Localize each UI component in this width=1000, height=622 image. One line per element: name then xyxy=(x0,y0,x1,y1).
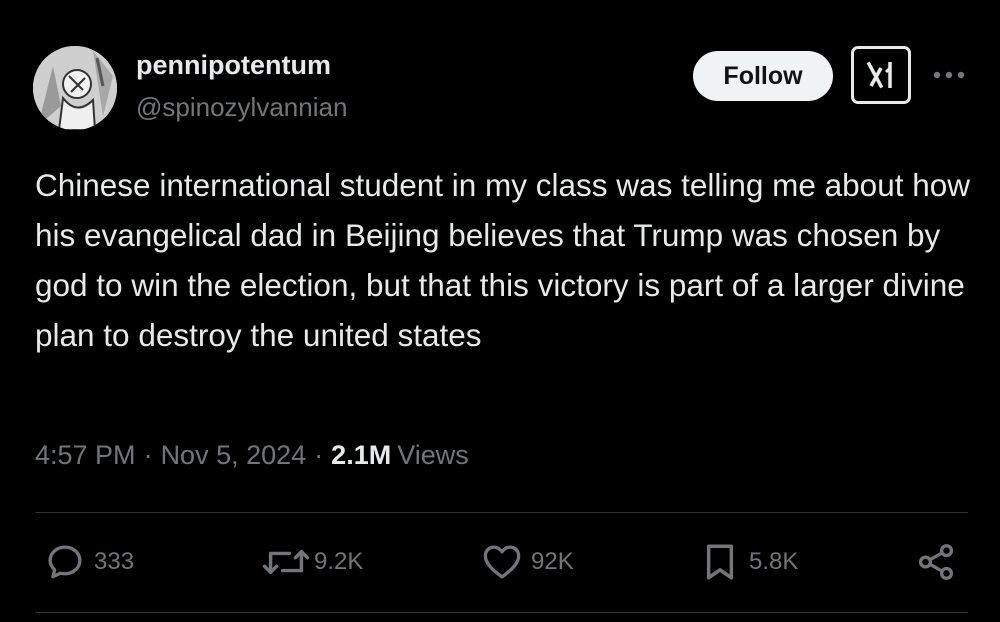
grok-icon xyxy=(866,61,892,89)
reply-icon xyxy=(48,545,82,579)
tweet-card: pennipotentum @spinozylvannian Follow Ch… xyxy=(0,0,1000,622)
bookmark-button[interactable]: 5.8K xyxy=(699,540,798,584)
more-icon xyxy=(933,71,965,79)
divider xyxy=(35,512,968,513)
avatar-image xyxy=(33,46,117,130)
repost-count: 9.2K xyxy=(314,548,364,575)
like-button[interactable]: 92K xyxy=(481,540,574,584)
like-count: 92K xyxy=(531,548,574,575)
tweet-date[interactable]: Nov 5, 2024 xyxy=(161,440,307,471)
repost-icon xyxy=(262,550,310,574)
reply-button[interactable]: 333 xyxy=(44,540,134,584)
bottom-divider xyxy=(35,612,968,613)
views-label: Views xyxy=(397,440,469,470)
repost-button[interactable]: 9.2K xyxy=(262,540,363,584)
meta-separator: · xyxy=(143,440,153,470)
tweet-text: Chinese international student in my clas… xyxy=(35,167,971,353)
share-icon xyxy=(918,544,954,580)
bookmark-icon xyxy=(706,544,734,580)
follow-button[interactable]: Follow xyxy=(693,51,833,101)
meta-separator: · xyxy=(314,440,324,470)
views-count[interactable]: 2.1M xyxy=(331,440,391,471)
avatar[interactable] xyxy=(33,46,117,130)
grok-button[interactable] xyxy=(851,46,911,104)
reply-count: 333 xyxy=(94,548,135,575)
tweet-time[interactable]: 4:57 PM xyxy=(35,440,136,471)
user-handle[interactable]: @spinozylvannian xyxy=(136,92,347,123)
bookmark-count: 5.8K xyxy=(749,548,799,575)
display-name[interactable]: pennipotentum xyxy=(136,50,331,81)
tweet-meta: 4:57 PM · Nov 5, 2024 · 2.1M Views xyxy=(35,440,469,471)
heart-icon xyxy=(483,545,521,579)
share-button[interactable] xyxy=(915,540,957,584)
more-button[interactable] xyxy=(930,62,968,88)
